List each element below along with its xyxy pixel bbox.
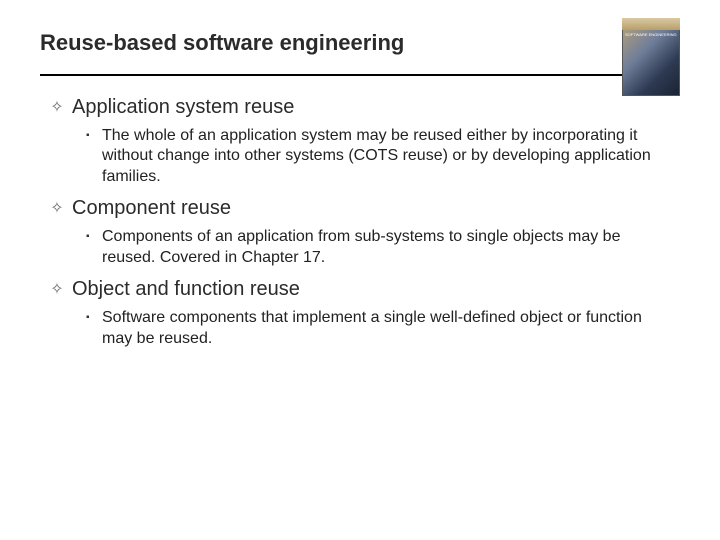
section-bullets: ▪ The whole of an application system may… <box>86 126 670 187</box>
section-heading-text: Application system reuse <box>72 96 294 119</box>
thumbnail-caption: SOFTWARE ENGINEERING <box>625 32 677 37</box>
slide: Reuse-based software engineering SOFTWAR… <box>0 0 720 540</box>
section-bullets: ▪ Software components that implement a s… <box>86 308 670 349</box>
bullet-text: Components of an application from sub-sy… <box>102 227 670 268</box>
section-heading-text: Component reuse <box>72 197 231 220</box>
book-cover-thumbnail: SOFTWARE ENGINEERING <box>622 18 680 96</box>
section: ✧ Object and function reuse ▪ Software c… <box>50 278 670 349</box>
slide-title: Reuse-based software engineering <box>40 30 680 56</box>
square-bullet-icon: ▪ <box>86 227 102 247</box>
section-bullets: ▪ Components of an application from sub-… <box>86 227 670 268</box>
section-heading: ✧ Component reuse <box>50 197 670 221</box>
section-heading-text: Object and function reuse <box>72 278 300 301</box>
section-heading: ✧ Application system reuse <box>50 96 670 120</box>
section: ✧ Component reuse ▪ Components of an app… <box>50 197 670 268</box>
bullet-item: ▪ The whole of an application system may… <box>86 126 670 187</box>
square-bullet-icon: ▪ <box>86 126 102 146</box>
diamond-bullet-icon: ✧ <box>50 96 64 120</box>
diamond-bullet-icon: ✧ <box>50 278 64 302</box>
bullet-item: ▪ Components of an application from sub-… <box>86 227 670 268</box>
section-heading: ✧ Object and function reuse <box>50 278 670 302</box>
slide-body: ✧ Application system reuse ▪ The whole o… <box>0 76 720 349</box>
bullet-text: Software components that implement a sin… <box>102 308 670 349</box>
thumbnail-top-band <box>622 18 680 30</box>
slide-header: Reuse-based software engineering SOFTWAR… <box>0 0 720 56</box>
bullet-item: ▪ Software components that implement a s… <box>86 308 670 349</box>
diamond-bullet-icon: ✧ <box>50 197 64 221</box>
bullet-text: The whole of an application system may b… <box>102 126 670 187</box>
square-bullet-icon: ▪ <box>86 308 102 328</box>
section: ✧ Application system reuse ▪ The whole o… <box>50 96 670 187</box>
